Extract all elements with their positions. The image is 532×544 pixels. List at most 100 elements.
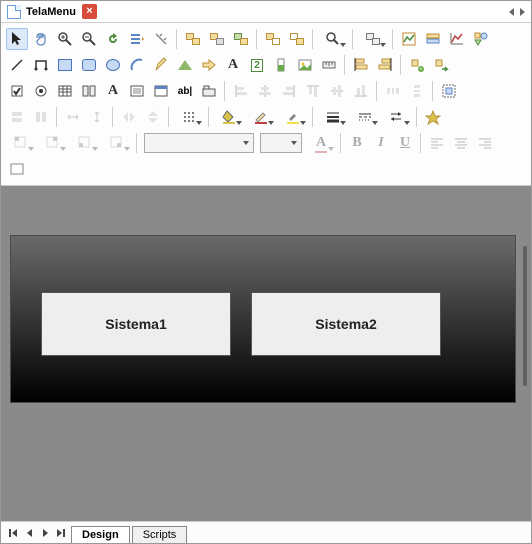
align-right-button[interactable]: [278, 80, 300, 102]
refresh-button[interactable]: [102, 28, 124, 50]
pencil-tool[interactable]: [150, 54, 172, 76]
bold-button[interactable]: B: [346, 132, 368, 154]
button-sistema1[interactable]: Sistema1: [41, 292, 231, 356]
align-center-h-button[interactable]: [254, 80, 276, 102]
nav-first-button[interactable]: [6, 526, 20, 540]
align-left-button[interactable]: [230, 80, 252, 102]
tab-design[interactable]: Design: [71, 526, 130, 543]
zoom-out-tool[interactable]: [78, 28, 100, 50]
toolbar-area: A 2 + A ab|: [1, 23, 531, 186]
screen-telamenu[interactable]: Sistema1 Sistema2: [11, 236, 515, 402]
tab-scripts[interactable]: Scripts: [132, 526, 188, 543]
align-top-button[interactable]: [302, 80, 324, 102]
splitter-tool[interactable]: [78, 80, 100, 102]
fill-color-dropdown[interactable]: [214, 106, 244, 128]
space-h-button[interactable]: [62, 106, 84, 128]
nav-last-button[interactable]: [54, 526, 68, 540]
line-color-dropdown[interactable]: [246, 106, 276, 128]
align-bottom-button[interactable]: [350, 80, 372, 102]
label-edit-tool[interactable]: ab|: [174, 80, 196, 102]
anchor-bl-dropdown[interactable]: [70, 132, 100, 154]
italic-button[interactable]: I: [370, 132, 392, 154]
ruler-tool[interactable]: [318, 54, 340, 76]
group-button[interactable]: [182, 28, 204, 50]
font-a-tool[interactable]: A: [102, 80, 124, 102]
bring-front-button[interactable]: [262, 28, 284, 50]
bar-gauge-tool[interactable]: [270, 54, 292, 76]
tab-tool[interactable]: [198, 80, 220, 102]
toolbar-row-5: A B I U: [5, 131, 527, 155]
design-canvas-viewport[interactable]: Sistema1 Sistema2: [1, 186, 531, 521]
underline-button[interactable]: U: [394, 132, 416, 154]
line-weight-dropdown[interactable]: [318, 106, 348, 128]
line-style-dropdown[interactable]: [350, 106, 380, 128]
chart-line-icon[interactable]: [446, 28, 468, 50]
arc-tool[interactable]: [126, 54, 148, 76]
regroup-button[interactable]: [230, 28, 252, 50]
text-align-center-button[interactable]: [450, 132, 472, 154]
button-sistema2[interactable]: Sistema2: [251, 292, 441, 356]
ellipse-tool[interactable]: [102, 54, 124, 76]
same-height-button[interactable]: [30, 106, 52, 128]
toolbar-row-3: A ab|: [5, 79, 527, 103]
anchor-tr-dropdown[interactable]: [38, 132, 68, 154]
chart-area-icon[interactable]: [398, 28, 420, 50]
line-tool[interactable]: [6, 54, 28, 76]
space-v-button[interactable]: [86, 106, 108, 128]
eraser-tool[interactable]: [150, 28, 172, 50]
text-align-right-button[interactable]: [474, 132, 496, 154]
effects-button[interactable]: [422, 106, 444, 128]
highlight-dropdown[interactable]: [278, 106, 308, 128]
vertical-scrollbar[interactable]: [523, 246, 527, 386]
nav-prev-button[interactable]: [22, 526, 36, 540]
link-add-icon[interactable]: +: [406, 54, 428, 76]
rounded-rect-tool[interactable]: [78, 54, 100, 76]
arrow-style-dropdown[interactable]: [382, 106, 412, 128]
prev-tab-button[interactable]: [509, 8, 514, 16]
link-go-icon[interactable]: [430, 54, 452, 76]
pan-tool[interactable]: [30, 28, 52, 50]
chart-stack-icon[interactable]: [422, 28, 444, 50]
text-align-left-button[interactable]: [426, 132, 448, 154]
distribute-v-button[interactable]: [406, 80, 428, 102]
arrow-tool[interactable]: [198, 54, 220, 76]
polygon-tool[interactable]: [174, 54, 196, 76]
shapes-palette-icon[interactable]: [470, 28, 492, 50]
grid-dropdown[interactable]: [174, 106, 204, 128]
anchor-br-dropdown[interactable]: [102, 132, 132, 154]
connector-tool[interactable]: [30, 54, 52, 76]
next-tab-button[interactable]: [520, 8, 525, 16]
nav-next-button[interactable]: [38, 526, 52, 540]
same-width-button[interactable]: [6, 106, 28, 128]
distribute-h-button[interactable]: [382, 80, 404, 102]
anchor-tl-dropdown[interactable]: [6, 132, 36, 154]
radio-tool[interactable]: [30, 80, 52, 102]
align-middle-v-button[interactable]: [326, 80, 348, 102]
close-tab-button[interactable]: ×: [82, 4, 97, 19]
text-tool[interactable]: A: [222, 54, 244, 76]
align-group-icon[interactable]: [350, 54, 372, 76]
flip-h-button[interactable]: [118, 106, 140, 128]
select-all-button[interactable]: [438, 80, 460, 102]
font-size-combo[interactable]: [260, 133, 302, 153]
zoom-in-tool[interactable]: [54, 28, 76, 50]
font-color-dropdown[interactable]: A: [306, 132, 336, 154]
list-tool[interactable]: [126, 80, 148, 102]
layers-button[interactable]: [126, 28, 148, 50]
window-tool[interactable]: [150, 80, 172, 102]
grid-tool[interactable]: [54, 80, 76, 102]
document-icon: [7, 5, 21, 19]
ungroup-button[interactable]: [206, 28, 228, 50]
zoom-dropdown[interactable]: [318, 28, 348, 50]
align-group2-icon[interactable]: [374, 54, 396, 76]
display-tool[interactable]: 2: [246, 54, 268, 76]
image-tool[interactable]: [294, 54, 316, 76]
copy-dropdown[interactable]: [358, 28, 388, 50]
frame-tool[interactable]: [6, 158, 28, 180]
pointer-tool[interactable]: [6, 28, 28, 50]
checkbox-tool[interactable]: [6, 80, 28, 102]
flip-v-button[interactable]: [142, 106, 164, 128]
font-family-combo[interactable]: [144, 133, 254, 153]
send-back-button[interactable]: [286, 28, 308, 50]
rect-tool[interactable]: [54, 54, 76, 76]
